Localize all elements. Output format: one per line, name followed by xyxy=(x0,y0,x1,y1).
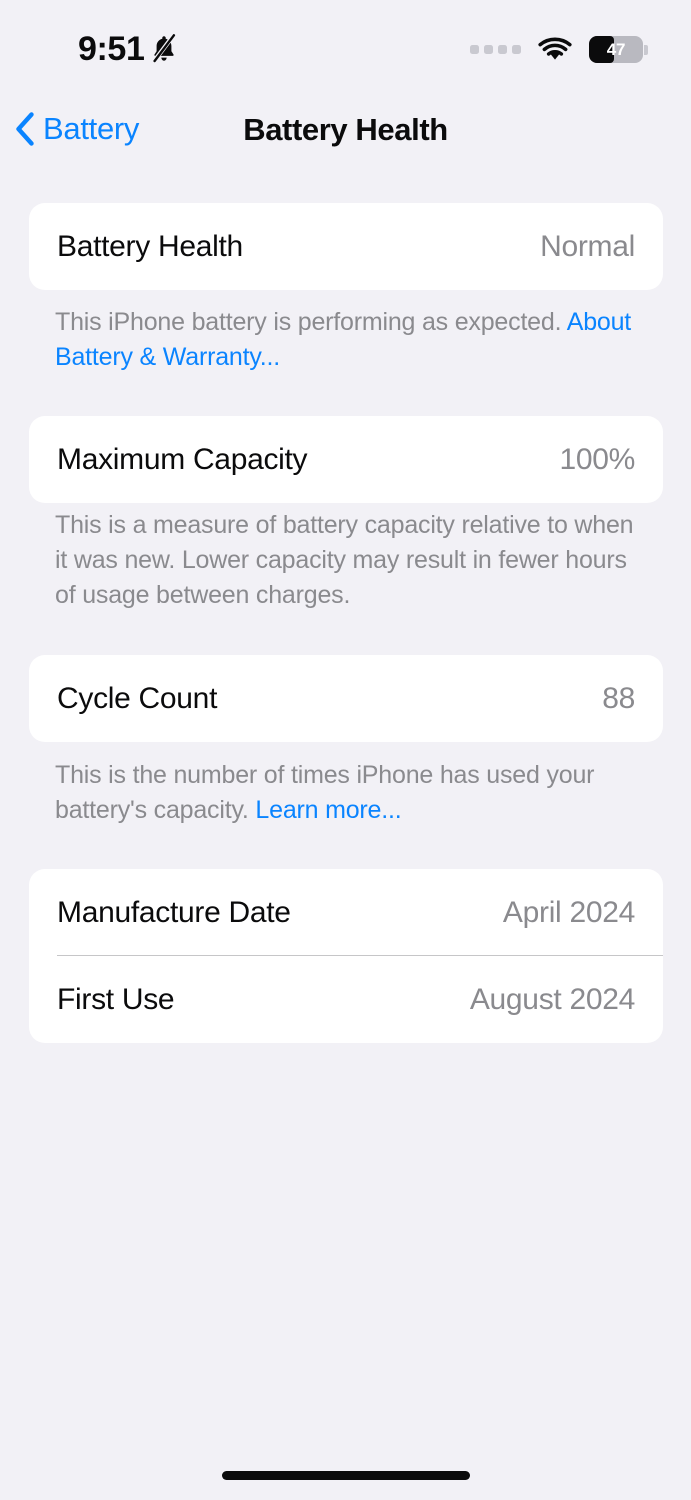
row-value: August 2024 xyxy=(469,982,635,1016)
footer-cycle-count: This is the number of times iPhone has u… xyxy=(55,758,645,828)
navigation-bar: Battery Battery Health xyxy=(0,104,691,166)
battery-percent-label: 47 xyxy=(606,39,626,59)
row-battery-health[interactable]: Battery Health Normal xyxy=(29,203,663,290)
page-title: Battery Health xyxy=(243,112,448,147)
section-maximum-capacity: Maximum Capacity 100% xyxy=(29,416,663,503)
row-value: 100% xyxy=(559,442,635,476)
section-battery-health: Battery Health Normal xyxy=(29,203,663,290)
bell-slash-icon xyxy=(152,34,176,64)
row-label: Cycle Count xyxy=(57,681,218,715)
row-value: Normal xyxy=(540,229,635,263)
status-bar-left: 9:51 xyxy=(78,30,177,68)
battery-icon: 47 xyxy=(589,36,648,63)
cellular-dots-icon xyxy=(470,45,521,54)
battery-tip xyxy=(644,45,648,55)
footer-battery-health: This iPhone battery is performing as exp… xyxy=(55,305,645,375)
footer-text: This is a measure of battery capacity re… xyxy=(55,511,634,609)
section-cycle-count: Cycle Count 88 xyxy=(29,655,663,742)
section-battery-dates: Manufacture Date April 2024 First Use Au… xyxy=(29,869,663,1043)
home-indicator[interactable] xyxy=(222,1471,470,1480)
row-value: April 2024 xyxy=(502,895,635,929)
status-bar-right: 47 xyxy=(470,36,648,63)
row-first-use[interactable]: First Use August 2024 xyxy=(29,956,663,1043)
learn-more-link[interactable]: Learn more... xyxy=(255,796,401,824)
status-bar: 9:51 47 xyxy=(0,0,691,92)
row-label: Maximum Capacity xyxy=(57,442,308,476)
row-label: First Use xyxy=(57,982,175,1016)
wifi-icon xyxy=(538,37,572,60)
row-label: Manufacture Date xyxy=(57,895,291,929)
row-value: 88 xyxy=(602,681,635,715)
footer-maximum-capacity: This is a measure of battery capacity re… xyxy=(55,508,645,613)
status-bar-clock: 9:51 xyxy=(78,30,145,68)
row-cycle-count[interactable]: Cycle Count 88 xyxy=(29,655,663,742)
row-maximum-capacity[interactable]: Maximum Capacity 100% xyxy=(29,416,663,503)
footer-text: This iPhone battery is performing as exp… xyxy=(55,308,567,336)
row-manufacture-date[interactable]: Manufacture Date April 2024 xyxy=(29,869,663,956)
row-label: Battery Health xyxy=(57,229,243,263)
